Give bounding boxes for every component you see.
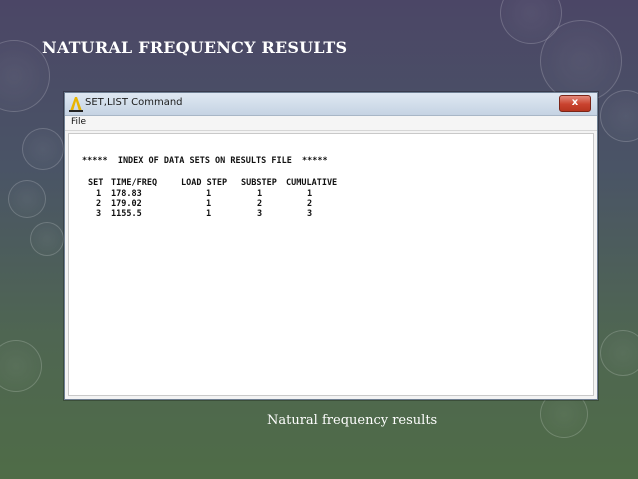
column-set: SET (88, 178, 104, 188)
slide-caption: Natural frequency results (267, 413, 438, 428)
bokeh-decoration (600, 90, 638, 142)
column-substep: SUBSTEP (241, 178, 277, 188)
set-list-window: SET,LIST Command x File ***** INDEX OF D… (64, 92, 598, 400)
table-row-cumulative: 2 (307, 199, 313, 209)
ansys-a-icon (69, 97, 83, 112)
table-row-substep: 1 (257, 189, 263, 199)
table-row-set: 3 (96, 209, 102, 219)
slide-title: NATURAL FREQUENCY RESULTS (42, 38, 348, 57)
output-area: ***** INDEX OF DATA SETS ON RESULTS FILE… (68, 133, 594, 396)
table-row-substep: 2 (257, 199, 263, 209)
bokeh-decoration (22, 128, 64, 170)
table-row-load-step: 1 (206, 189, 212, 199)
output-header: ***** INDEX OF DATA SETS ON RESULTS FILE… (82, 156, 328, 166)
column-time-freq: TIME/FREQ (111, 178, 158, 188)
window-titlebar[interactable]: SET,LIST Command x (65, 93, 597, 116)
column-load-step: LOAD STEP (181, 178, 228, 188)
bokeh-decoration (8, 180, 46, 218)
bokeh-decoration (600, 330, 638, 376)
table-row-cumulative: 3 (307, 209, 313, 219)
table-row-load-step: 1 (206, 199, 212, 209)
table-row-freq: 1155.5 (111, 209, 142, 219)
window-title: SET,LIST Command (85, 97, 183, 108)
close-icon: x (571, 97, 579, 108)
bokeh-decoration (540, 20, 622, 102)
bokeh-decoration (0, 340, 42, 392)
table-row-cumulative: 1 (307, 189, 313, 199)
menu-bar: File (65, 116, 597, 131)
table-row-substep: 3 (257, 209, 263, 219)
table-row-load-step: 1 (206, 209, 212, 219)
table-row-set: 1 (96, 189, 102, 199)
bokeh-decoration (30, 222, 64, 256)
menu-file[interactable]: File (71, 117, 86, 127)
column-cumulative: CUMULATIVE (286, 178, 338, 188)
close-button[interactable]: x (559, 95, 591, 112)
table-row-freq: 178.83 (111, 189, 142, 199)
table-row-freq: 179.02 (111, 199, 142, 209)
table-row-set: 2 (96, 199, 102, 209)
